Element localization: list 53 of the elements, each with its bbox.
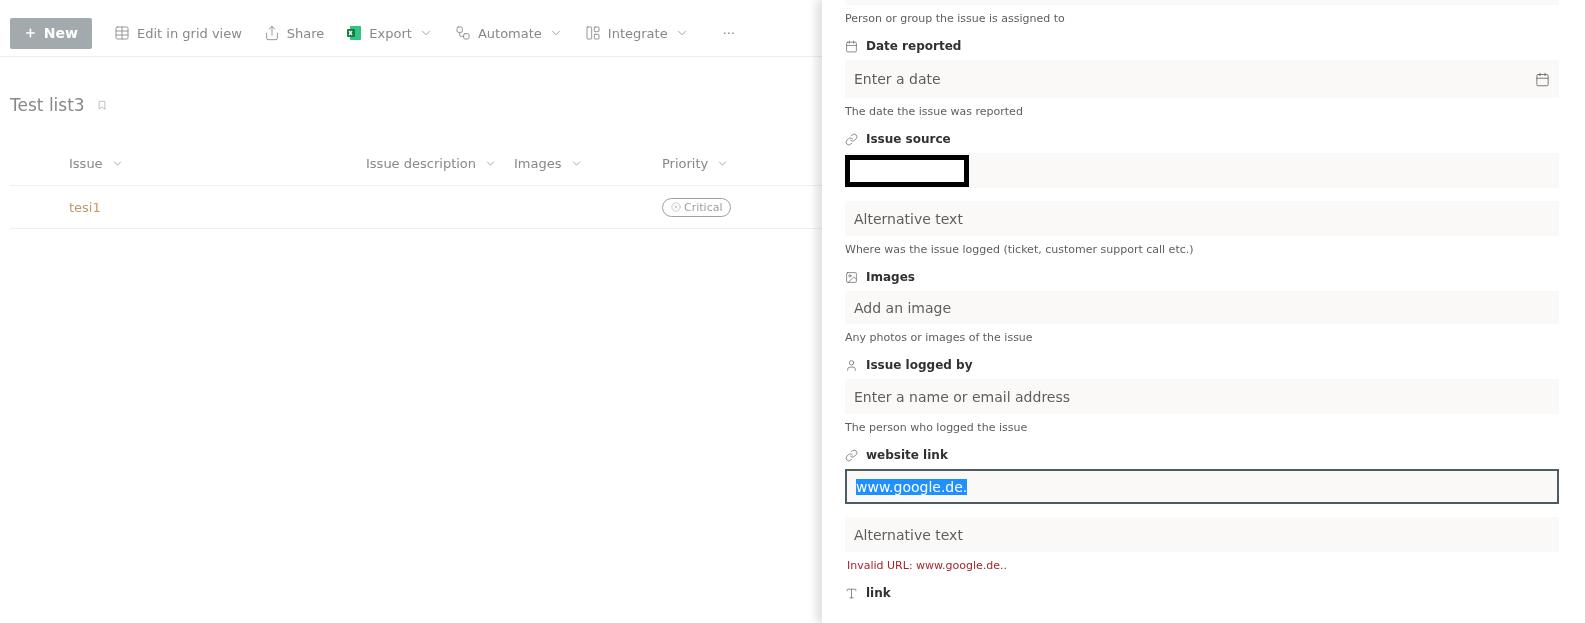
- toolbar-button[interactable]: Share: [263, 25, 325, 41]
- link-icon: [845, 448, 858, 462]
- helper-text: Any photos or images of the issue: [845, 331, 1034, 344]
- field-label: Issue logged by: [866, 358, 973, 372]
- input-field[interactable]: Alternative text: [845, 201, 1559, 236]
- more-button[interactable]: ···: [722, 25, 736, 41]
- input-field[interactable]: [845, 153, 1559, 188]
- automate-icon: [454, 25, 471, 41]
- placeholder-text: Add an image: [854, 299, 952, 316]
- input-field[interactable]: Add an image: [845, 291, 1559, 324]
- column-header[interactable]: Images: [514, 141, 662, 185]
- link-icon: [845, 132, 858, 146]
- integrate-icon: [584, 25, 601, 41]
- selected-text: www.google.de.: [856, 478, 968, 495]
- bookmark-icon: [96, 100, 107, 110]
- text-icon: [845, 586, 858, 600]
- person-icon: [845, 358, 858, 372]
- helper-text: The date the issue was reported: [845, 105, 1024, 118]
- list-title: Test list3: [10, 95, 85, 115]
- field-label: Issue source: [866, 132, 951, 146]
- grid-icon: [114, 25, 130, 41]
- helper-text: Where was the issue logged (ticket, customer support call etc.): [845, 243, 1195, 256]
- plus-icon: [24, 25, 37, 41]
- field-label: link: [866, 586, 891, 600]
- column-header[interactable]: Issue description: [366, 141, 514, 185]
- field-label: Images: [866, 270, 915, 284]
- placeholder-text: Enter a name or email address: [854, 388, 1071, 405]
- placeholder-text: Enter a date: [854, 71, 941, 87]
- input-field[interactable]: Alternative text: [845, 517, 1559, 552]
- field-label: website link: [866, 448, 948, 462]
- new-button[interactable]: New: [10, 17, 92, 49]
- calendar-icon: [845, 39, 858, 53]
- input-field[interactable]: www.google.de.: [845, 469, 1559, 504]
- share-icon: [263, 25, 280, 41]
- toolbar-button[interactable]: Automate: [454, 25, 563, 41]
- error-message: Invalid URL: www.google.de..: [847, 559, 1009, 572]
- spreadsheet-icon: [346, 25, 363, 41]
- input-field[interactable]: Enter a date: [845, 60, 1559, 98]
- table-cell: tesi1: [69, 199, 101, 215]
- helper-text: Person or group the issue is assigned to: [845, 12, 1066, 25]
- cross-icon: [671, 202, 681, 212]
- column-header[interactable]: Priority: [662, 141, 822, 185]
- helper-text: The person who logged the issue: [845, 421, 1029, 434]
- toolbar-button[interactable]: Export: [346, 25, 433, 41]
- calendar-icon[interactable]: [1535, 71, 1550, 87]
- placeholder-text: Alternative text: [854, 210, 963, 227]
- column-header[interactable]: Issue: [69, 141, 366, 185]
- image-icon: [845, 270, 858, 284]
- toolbar-button[interactable]: Edit in grid view: [114, 25, 242, 41]
- placeholder-text: Alternative text: [854, 526, 963, 543]
- toolbar-button[interactable]: Integrate: [584, 25, 689, 41]
- field-label: Date reported: [866, 39, 962, 53]
- input-field[interactable]: Enter a name or email address: [845, 379, 1559, 414]
